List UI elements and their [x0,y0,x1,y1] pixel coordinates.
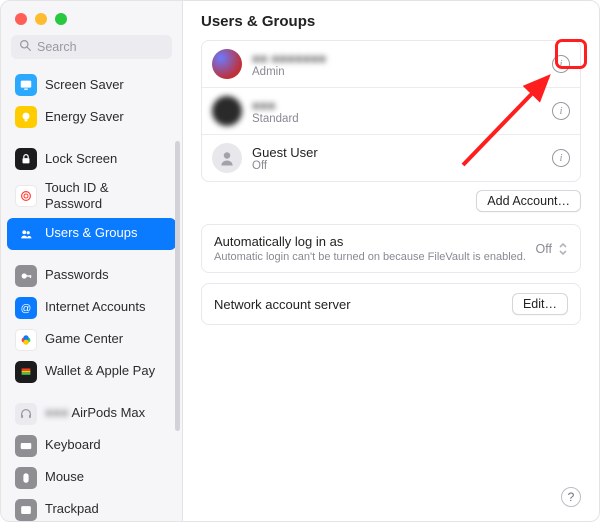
auto-login-value: Off [536,242,552,256]
sidebar-item-label: Keyboard [45,437,101,453]
network-account-card: Network account server Edit… [201,283,581,325]
sidebar-scrollbar[interactable] [175,141,180,431]
sidebar-item-wallet[interactable]: Wallet & Apple Pay [7,356,176,388]
mouse-icon [15,467,37,489]
headphones-icon [15,403,37,425]
stepper-icon [558,242,568,256]
network-account-row: Network account server Edit… [202,284,580,324]
sidebar-item-internet-accounts[interactable]: @ Internet Accounts [7,292,176,324]
user-row[interactable]: ■■ ■■■■■■■ Admin i [202,41,580,88]
sidebar-item-label: Internet Accounts [45,299,145,315]
sidebar-item-label: Game Center [45,331,123,347]
sidebar-item-label: Trackpad [45,501,99,517]
sidebar-item-label: Mouse [45,469,84,485]
user-name: ■■ ■■■■■■■ [252,51,542,66]
users-list-card: ■■ ■■■■■■■ Admin i ■■■ Standard i Guest … [201,40,581,182]
user-meta: ■■■ Standard [252,98,542,125]
auto-login-value-wrap[interactable]: Off [536,242,568,256]
wallet-icon [15,361,37,383]
screensaver-icon [15,74,37,96]
sidebar-item-label: AirPods Max [71,405,145,420]
user-row[interactable]: ■■■ Standard i [202,88,580,135]
at-icon: @ [15,297,37,319]
sidebar-item-screen-saver[interactable]: Screen Saver [7,69,176,101]
user-name: Guest User [252,145,542,160]
sidebar-item-touch-id[interactable]: Touch ID & Password [7,175,176,218]
zoom-window-button[interactable] [55,13,67,25]
user-role: Standard [252,113,542,125]
user-role: Admin [252,66,542,78]
user-0-info-button[interactable]: i [552,55,570,73]
window-traffic-lights [1,1,182,35]
sidebar-item-lock-screen[interactable]: Lock Screen [7,143,176,175]
sidebar-separator [7,388,176,398]
user-name: ■■■ [252,98,542,113]
search-icon [19,39,37,55]
sidebar-item-label: Lock Screen [45,151,117,167]
avatar [212,143,242,173]
sidebar-nav[interactable]: Screen Saver Energy Saver Lock Screen To… [1,67,182,521]
close-window-button[interactable] [15,13,27,25]
user-row[interactable]: Guest User Off i [202,135,580,181]
sidebar-item-users-groups[interactable]: Users & Groups [7,218,176,250]
trackpad-icon [15,499,37,521]
network-account-title: Network account server [214,297,351,312]
user-role: Off [252,160,542,172]
sidebar-item-label: Touch ID & Password [45,180,168,213]
sidebar-item-energy-saver[interactable]: Energy Saver [7,101,176,133]
minimize-window-button[interactable] [35,13,47,25]
sidebar-item-keyboard[interactable]: Keyboard [7,430,176,462]
main-content: Users & Groups ■■ ■■■■■■■ Admin i ■■■ St… [183,1,599,521]
search-input-wrap[interactable] [11,35,172,59]
sidebar-item-label: Energy Saver [45,109,124,125]
svg-text:@: @ [21,302,32,314]
user-meta: ■■ ■■■■■■■ Admin [252,51,542,78]
sidebar-item-game-center[interactable]: Game Center [7,324,176,356]
fingerprint-icon [15,185,37,207]
settings-window: Screen Saver Energy Saver Lock Screen To… [0,0,600,522]
avatar [212,96,242,126]
sidebar-item-label: Passwords [45,267,109,283]
sidebar-item-label: Screen Saver [45,77,124,93]
user-meta: Guest User Off [252,145,542,172]
sidebar-separator [7,250,176,260]
sidebar-item-trackpad[interactable]: Trackpad [7,494,176,522]
user-2-info-button[interactable]: i [552,149,570,167]
sidebar-item-passwords[interactable]: Passwords [7,260,176,292]
network-account-edit-button[interactable]: Edit… [512,293,568,315]
help-button[interactable]: ? [561,487,581,507]
users-icon [15,223,37,245]
auto-login-title: Automatically log in as [214,234,526,249]
bulb-icon [15,106,37,128]
auto-login-row[interactable]: Automatically log in as Automatic login … [202,225,580,272]
user-1-info-button[interactable]: i [552,102,570,120]
keyboard-icon [15,435,37,457]
add-account-button[interactable]: Add Account… [476,190,581,212]
auto-login-subtitle: Automatic login can't be turned on becau… [214,251,526,263]
sidebar-item-label: Users & Groups [45,225,137,241]
key-icon [15,265,37,287]
search-input[interactable] [37,40,164,54]
sidebar-item-label: Wallet & Apple Pay [45,363,155,379]
sidebar-separator [7,133,176,143]
sidebar: Screen Saver Energy Saver Lock Screen To… [1,1,183,521]
sidebar-item-airpods-max[interactable]: ■■■ AirPods Max [7,398,176,430]
gamecenter-icon [15,329,37,351]
lock-icon [15,148,37,170]
sidebar-item-mouse[interactable]: Mouse [7,462,176,494]
auto-login-card: Automatically log in as Automatic login … [201,224,581,273]
page-title: Users & Groups [201,13,581,30]
avatar [212,49,242,79]
